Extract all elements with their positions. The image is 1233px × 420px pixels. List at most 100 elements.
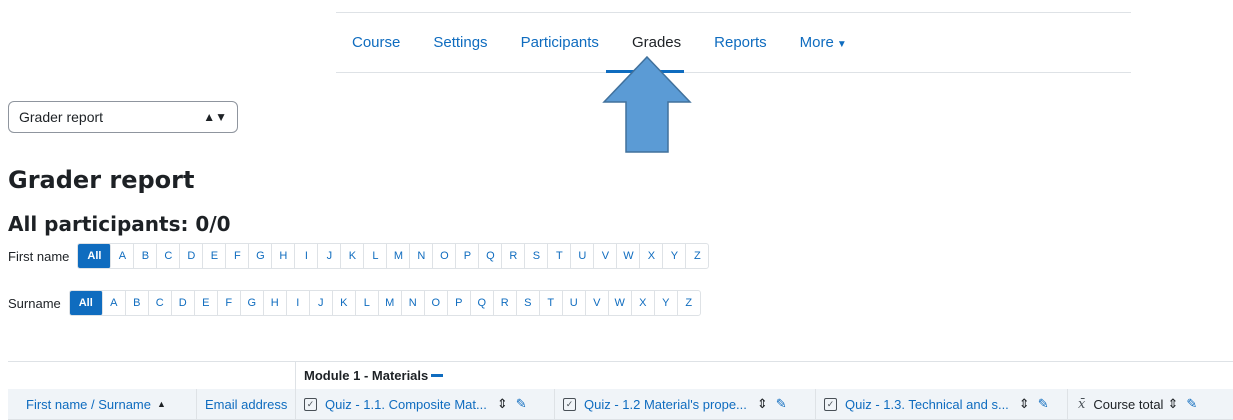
initial-letter-button[interactable]: X — [640, 244, 664, 268]
edit-pencil-icon[interactable]: ✎ — [1038, 396, 1049, 412]
initial-letter-button[interactable]: T — [548, 244, 572, 268]
initial-letter-button[interactable]: U — [571, 244, 595, 268]
edit-pencil-icon[interactable]: ✎ — [516, 396, 527, 412]
initial-letter-button[interactable]: W — [609, 291, 632, 315]
surname-initials-bar: All ABCDEFGHIJKLMNOPQRSTUVWXYZ — [68, 290, 701, 316]
initial-letter-button[interactable]: F — [218, 291, 241, 315]
surname-label: Surname — [8, 295, 61, 311]
initial-letter-button[interactable]: P — [456, 244, 480, 268]
initial-letter-button[interactable]: Z — [678, 291, 700, 315]
initial-letter-button[interactable]: Y — [655, 291, 678, 315]
sort-arrows-icon[interactable]: ⇕ — [1019, 396, 1030, 412]
nav-course[interactable]: Course — [352, 34, 400, 51]
initial-letter-button[interactable]: J — [318, 244, 342, 268]
quiz2-link[interactable]: Quiz - 1.2 Material's prope... — [584, 397, 747, 412]
quiz-icon: ✓ — [563, 397, 576, 411]
sort-arrows-icon[interactable]: ⇕ — [757, 396, 768, 412]
nav-settings[interactable]: Settings — [433, 34, 487, 51]
initial-letter-button[interactable]: Q — [479, 244, 503, 268]
first-name-initials-filter: First name All ABCDEFGHIJKLMNOPQRSTUVWXY… — [8, 243, 710, 269]
initial-letter-button[interactable]: B — [134, 244, 158, 268]
column-header-row: First name / Surname ▲ Email address ✓ Q… — [8, 389, 1233, 420]
initial-letter-button[interactable]: X — [632, 291, 655, 315]
initial-letter-button[interactable]: T — [540, 291, 563, 315]
initial-letter-button[interactable]: B — [126, 291, 149, 315]
category-title: Module 1 - Materials — [304, 368, 429, 383]
initial-letter-button[interactable]: V — [594, 244, 618, 268]
initial-all-button[interactable]: All — [69, 291, 103, 315]
sort-arrows-icon[interactable]: ⇕ — [497, 396, 508, 412]
initial-letter-button[interactable]: Z — [686, 244, 708, 268]
course-secondary-nav: Course Settings Participants Grades Repo… — [336, 22, 1131, 62]
initial-letter-button[interactable]: R — [502, 244, 526, 268]
initial-all-button[interactable]: All — [78, 244, 112, 268]
category-cell: Module 1 - Materials — [296, 362, 1233, 389]
initial-letter-button[interactable]: M — [387, 244, 411, 268]
initial-letter-button[interactable]: A — [111, 244, 135, 268]
initial-letter-button[interactable]: W — [617, 244, 641, 268]
initial-letter-button[interactable]: G — [241, 291, 264, 315]
initial-letter-button[interactable]: D — [180, 244, 204, 268]
quiz3-link[interactable]: Quiz - 1.3. Technical and s... — [845, 397, 1009, 412]
quiz1-link[interactable]: Quiz - 1.1. Composite Mat... — [325, 397, 487, 412]
page-title: Grader report — [8, 166, 195, 194]
edit-pencil-icon[interactable]: ✎ — [1186, 396, 1197, 412]
initial-letter-button[interactable]: M — [379, 291, 402, 315]
sort-asc-icon: ▲ — [157, 399, 166, 409]
category-header-row: Module 1 - Materials — [8, 361, 1233, 390]
nav-reports[interactable]: Reports — [714, 34, 767, 51]
initial-letter-button[interactable]: C — [149, 291, 172, 315]
edit-pencil-icon[interactable]: ✎ — [776, 396, 787, 412]
initial-letter-button[interactable]: N — [410, 244, 434, 268]
initial-letter-button[interactable]: L — [364, 244, 388, 268]
initial-letter-button[interactable]: V — [586, 291, 609, 315]
initial-letter-button[interactable]: R — [494, 291, 517, 315]
initial-letter-button[interactable]: J — [310, 291, 333, 315]
initial-letter-button[interactable]: A — [103, 291, 126, 315]
header-divider — [336, 12, 1131, 13]
initial-letter-button[interactable]: I — [287, 291, 310, 315]
initial-letter-button[interactable]: G — [249, 244, 273, 268]
report-selector-value: Grader report — [19, 109, 104, 125]
sort-arrows-icon[interactable]: ⇕ — [1167, 396, 1178, 412]
quiz-icon: ✓ — [824, 397, 837, 411]
mean-icon: x̄ — [1078, 396, 1086, 412]
nav-more[interactable]: More ▼ — [800, 34, 847, 51]
initial-letter-button[interactable]: C — [157, 244, 181, 268]
initial-letter-button[interactable]: I — [295, 244, 319, 268]
initial-letter-button[interactable]: P — [448, 291, 471, 315]
initial-letter-button[interactable]: E — [195, 291, 218, 315]
initial-letter-button[interactable]: N — [402, 291, 425, 315]
initial-letter-button[interactable]: F — [226, 244, 250, 268]
collapse-icon[interactable] — [431, 374, 444, 377]
initial-letter-button[interactable]: D — [172, 291, 195, 315]
nav-grades[interactable]: Grades — [632, 34, 681, 51]
name-sort-link[interactable]: First name / Surname — [26, 397, 151, 412]
quiz-icon: ✓ — [304, 397, 317, 411]
initial-letter-button[interactable]: K — [341, 244, 365, 268]
course-total-label: Course total — [1093, 396, 1164, 412]
initial-letter-button[interactable]: H — [272, 244, 296, 268]
initial-letter-button[interactable]: Q — [471, 291, 494, 315]
initial-letter-button[interactable]: S — [517, 291, 540, 315]
chevron-down-icon: ▼ — [836, 38, 847, 50]
nav-participants[interactable]: Participants — [521, 34, 599, 51]
sort-arrows-icon: ▲▼ — [203, 110, 227, 124]
nav-divider — [336, 72, 1131, 73]
report-selector[interactable]: Grader report ▲▼ — [8, 101, 238, 133]
initial-letter-button[interactable]: L — [356, 291, 379, 315]
initial-letter-button[interactable]: S — [525, 244, 549, 268]
initial-letter-button[interactable]: O — [433, 244, 457, 268]
page-subtitle: All participants: 0/0 — [8, 212, 231, 236]
nav-more-label: More — [799, 33, 834, 51]
initial-letter-button[interactable]: Y — [663, 244, 687, 268]
annotation-arrow-icon — [602, 55, 692, 153]
initial-letter-button[interactable]: H — [264, 291, 287, 315]
initial-letter-button[interactable]: K — [333, 291, 356, 315]
initial-letter-button[interactable]: O — [425, 291, 448, 315]
empty-header-cell — [8, 362, 296, 389]
initial-letter-button[interactable]: U — [563, 291, 586, 315]
first-name-label: First name — [8, 248, 70, 264]
email-sort-link[interactable]: Email address — [205, 397, 287, 412]
initial-letter-button[interactable]: E — [203, 244, 227, 268]
